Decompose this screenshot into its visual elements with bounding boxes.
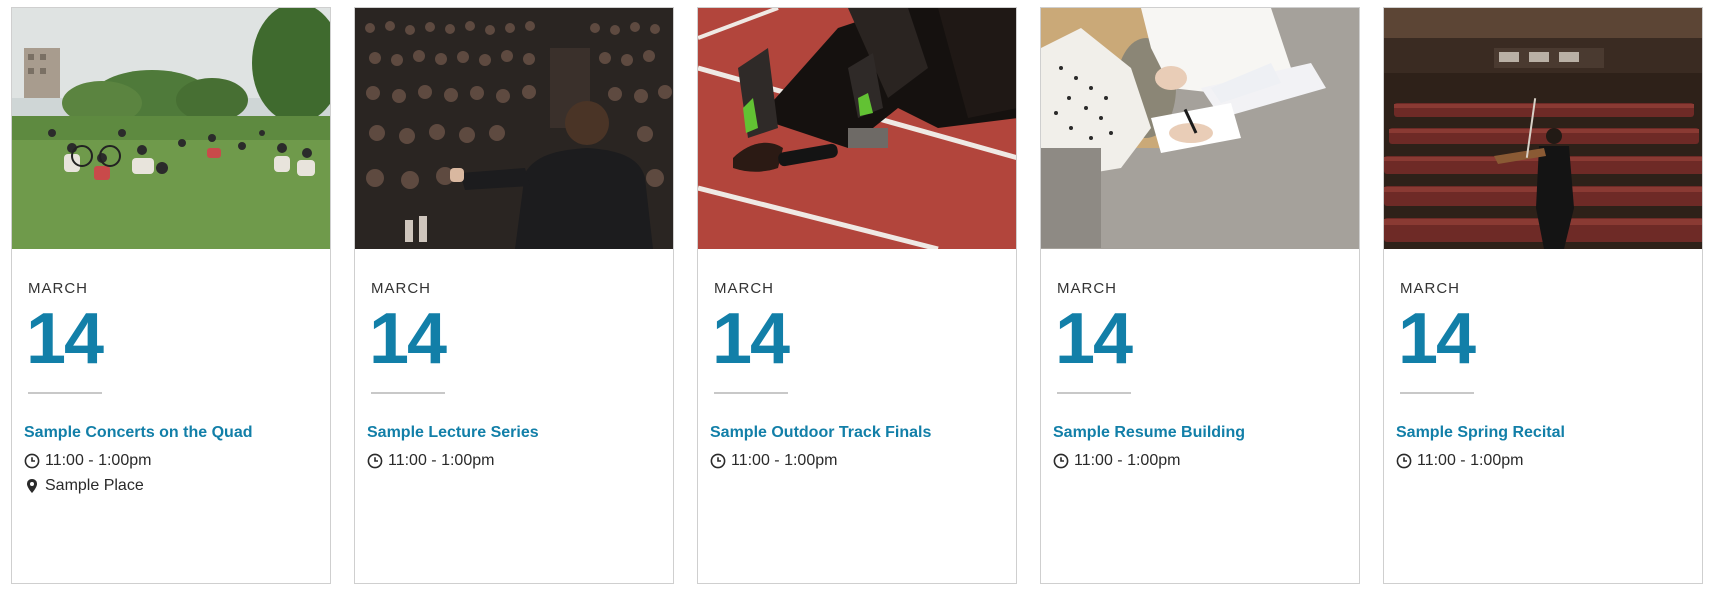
event-location: Sample Place bbox=[24, 477, 144, 495]
event-card[interactable]: MARCH 14 Sample Resume Building 11:00 - … bbox=[1040, 7, 1360, 584]
event-time-text: 11:00 - 1:00pm bbox=[45, 452, 152, 469]
event-day: 14 bbox=[1055, 299, 1133, 379]
clock-icon bbox=[1396, 453, 1412, 469]
event-day: 14 bbox=[26, 299, 104, 379]
event-divider bbox=[1400, 392, 1474, 394]
event-cards-grid: MARCH 14 Sample Concerts on the Quad 11:… bbox=[0, 0, 1713, 603]
event-card[interactable]: MARCH 14 Sample Spring Recital 11:00 - 1… bbox=[1383, 7, 1703, 584]
event-image-picnic[interactable] bbox=[12, 8, 330, 249]
event-time-text: 11:00 - 1:00pm bbox=[1417, 452, 1524, 469]
event-month: MARCH bbox=[1057, 280, 1117, 297]
event-time-text: 11:00 - 1:00pm bbox=[388, 452, 495, 469]
event-time: 11:00 - 1:00pm bbox=[24, 452, 151, 470]
event-day: 14 bbox=[712, 299, 790, 379]
event-title-link[interactable]: Sample Lecture Series bbox=[367, 424, 539, 442]
event-time: 11:00 - 1:00pm bbox=[710, 452, 837, 470]
event-time-text: 11:00 - 1:00pm bbox=[1074, 452, 1181, 469]
event-image-track[interactable] bbox=[698, 8, 1016, 249]
event-card[interactable]: MARCH 14 Sample Concerts on the Quad 11:… bbox=[11, 7, 331, 584]
event-month: MARCH bbox=[1400, 280, 1460, 297]
event-divider bbox=[714, 392, 788, 394]
event-divider bbox=[1057, 392, 1131, 394]
event-time-text: 11:00 - 1:00pm bbox=[731, 452, 838, 469]
event-location-text: Sample Place bbox=[45, 477, 144, 494]
event-title-link[interactable]: Sample Outdoor Track Finals bbox=[710, 424, 931, 442]
event-image-lecture[interactable] bbox=[355, 8, 673, 249]
event-title-link[interactable]: Sample Resume Building bbox=[1053, 424, 1245, 442]
event-card[interactable]: MARCH 14 Sample Outdoor Track Finals 11:… bbox=[697, 7, 1017, 584]
event-month: MARCH bbox=[371, 280, 431, 297]
event-image-recital[interactable] bbox=[1384, 8, 1702, 249]
clock-icon bbox=[367, 453, 383, 469]
event-time: 11:00 - 1:00pm bbox=[1396, 452, 1523, 470]
event-day: 14 bbox=[369, 299, 447, 379]
clock-icon bbox=[1053, 453, 1069, 469]
event-time: 11:00 - 1:00pm bbox=[367, 452, 494, 470]
event-month: MARCH bbox=[714, 280, 774, 297]
map-pin-icon bbox=[24, 478, 40, 494]
event-divider bbox=[371, 392, 445, 394]
event-day: 14 bbox=[1398, 299, 1476, 379]
event-month: MARCH bbox=[28, 280, 88, 297]
clock-icon bbox=[710, 453, 726, 469]
event-time: 11:00 - 1:00pm bbox=[1053, 452, 1180, 470]
clock-icon bbox=[24, 453, 40, 469]
event-title-link[interactable]: Sample Concerts on the Quad bbox=[24, 424, 252, 442]
event-divider bbox=[28, 392, 102, 394]
event-title-link[interactable]: Sample Spring Recital bbox=[1396, 424, 1565, 442]
event-image-resume[interactable] bbox=[1041, 8, 1359, 249]
event-card[interactable]: MARCH 14 Sample Lecture Series 11:00 - 1… bbox=[354, 7, 674, 584]
